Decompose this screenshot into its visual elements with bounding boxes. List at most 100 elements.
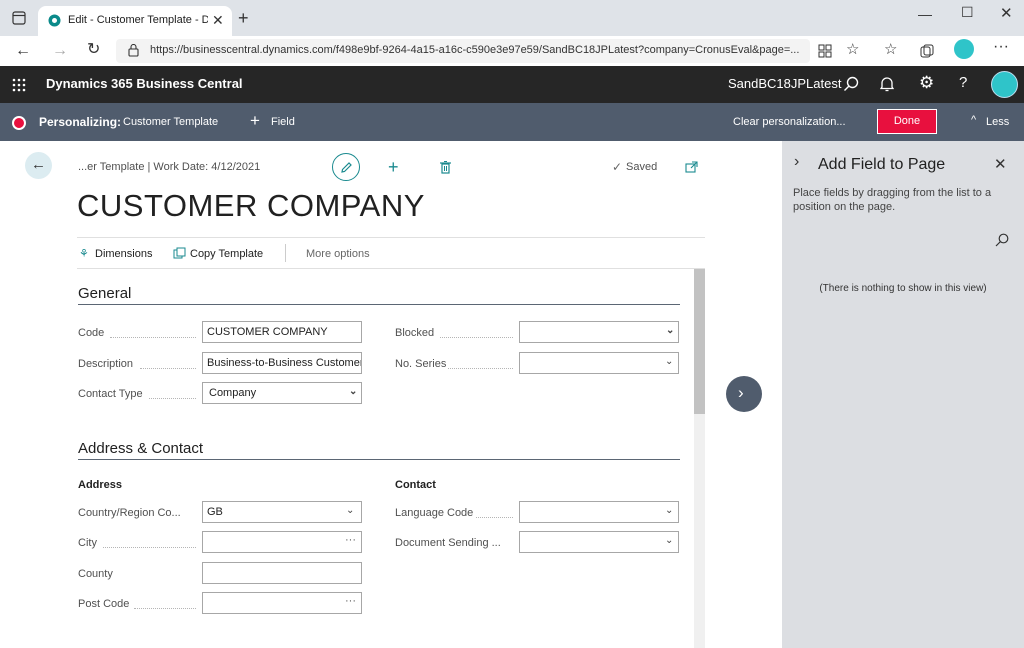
contact-type-select[interactable]: Company: [202, 382, 362, 404]
breadcrumb: ...er Template | Work Date: 4/12/2021: [78, 161, 261, 173]
page-title: CUSTOMER COMPANY: [77, 188, 425, 223]
apps-icon[interactable]: [818, 44, 832, 58]
new-plus-icon[interactable]: +: [388, 157, 399, 178]
panel-close-icon[interactable]: ✕: [994, 155, 1007, 173]
favorite-add-icon[interactable]: ☆: [846, 42, 859, 57]
chevron-right-icon: ›: [738, 383, 744, 402]
more-menu-icon[interactable]: ···: [993, 39, 1009, 55]
no-series-select[interactable]: [519, 352, 679, 374]
description-field[interactable]: Business-to-Business Customer: [202, 352, 362, 374]
blocked-select[interactable]: [519, 321, 679, 343]
county-field[interactable]: [202, 562, 362, 584]
browser-toolbar: ← → ↻ https://businesscentral.dynamics.c…: [0, 36, 1024, 67]
document-sending-field[interactable]: [519, 531, 679, 553]
contact-type-value: Company: [209, 387, 257, 399]
saved-status: Saved: [626, 161, 658, 173]
edit-button[interactable]: [332, 153, 360, 181]
blocked-label: Blocked: [395, 327, 435, 339]
city-field[interactable]: [202, 531, 362, 553]
collections-icon[interactable]: [920, 44, 934, 58]
next-record-button[interactable]: ›: [726, 376, 762, 412]
language-code-field[interactable]: [519, 501, 679, 523]
code-field[interactable]: CUSTOMER COMPANY: [202, 321, 362, 343]
add-field-button[interactable]: Field: [271, 116, 295, 128]
action-bar-bottom-border: [77, 268, 705, 269]
add-field-plus-icon[interactable]: +: [250, 111, 260, 131]
address-contact-section-underline: [78, 459, 680, 460]
panel-search-icon[interactable]: [995, 233, 1009, 247]
city-leader-dots: [103, 547, 196, 548]
browser-tab[interactable]: Edit - Customer Template - Dyna ✕: [38, 6, 232, 36]
document-sending-dropdown-icon: ⌄: [665, 535, 674, 546]
more-options-action[interactable]: More options: [306, 248, 370, 260]
waffle-icon[interactable]: [12, 78, 26, 92]
post-code-field[interactable]: [202, 592, 362, 614]
user-avatar[interactable]: [991, 71, 1018, 98]
url-text: https://businesscentral.dynamics.com/f49…: [150, 44, 800, 56]
description-leader-dots: [140, 368, 196, 369]
address-subtitle: Address: [78, 479, 123, 491]
tab-close-icon[interactable]: ✕: [212, 12, 224, 29]
maximize-icon[interactable]: ☐: [961, 4, 974, 21]
address-bar[interactable]: https://businesscentral.dynamics.com/f49…: [116, 39, 810, 63]
app-header: Dynamics 365 Business Central SandBC18JP…: [0, 66, 1024, 103]
popout-icon[interactable]: [685, 161, 698, 173]
post-code-lookup-icon[interactable]: ···: [345, 595, 356, 607]
language-code-leader-dots: [476, 517, 513, 518]
address-contact-section-title[interactable]: Address & Contact: [78, 440, 203, 457]
browser-forward-icon[interactable]: →: [52, 43, 68, 59]
no-series-dropdown-icon: ⌄: [665, 356, 674, 367]
post-code-label: Post Code: [78, 598, 130, 610]
search-icon[interactable]: [843, 76, 859, 92]
recording-indicator-icon: [12, 116, 26, 130]
minimize-icon[interactable]: —: [918, 6, 932, 22]
copy-template-icon: [173, 247, 186, 259]
clear-personalization-button[interactable]: Clear personalization...: [733, 116, 846, 128]
page-back-button[interactable]: ←: [25, 152, 52, 179]
action-divider: [285, 244, 286, 262]
blocked-leader-dots: [440, 337, 513, 338]
refresh-icon[interactable]: ↻: [87, 42, 100, 58]
environment-name[interactable]: SandBC18JPLatest: [728, 76, 841, 91]
city-lookup-icon[interactable]: ···: [345, 534, 356, 546]
code-label: Code: [78, 327, 105, 339]
back-arrow-icon: ←: [31, 156, 46, 173]
tab-actions-icon[interactable]: [12, 11, 26, 25]
copy-template-action[interactable]: Copy Template: [190, 248, 263, 260]
city-label: City: [78, 537, 97, 549]
browser-back-icon[interactable]: ←: [15, 43, 31, 59]
blocked-dropdown-icon: ⌄: [666, 325, 675, 336]
app-title: Dynamics 365 Business Central: [46, 76, 243, 91]
country-dropdown-icon: ⌄: [346, 505, 355, 516]
contact-type-label: Contact Type: [78, 388, 143, 400]
browser-profile-avatar[interactable]: [954, 39, 974, 59]
pencil-icon: [341, 162, 352, 173]
trash-icon[interactable]: [440, 161, 451, 174]
new-tab-icon[interactable]: +: [238, 8, 249, 29]
language-code-dropdown-icon: ⌄: [665, 505, 674, 516]
general-section-title[interactable]: General: [78, 285, 131, 302]
tab-title: Edit - Customer Template - Dyna: [68, 14, 208, 26]
panel-collapse-chevron-icon[interactable]: ›: [794, 153, 799, 171]
dimensions-action[interactable]: Dimensions: [95, 248, 152, 260]
window-close-icon[interactable]: ✕: [1000, 4, 1013, 22]
contact-type-leader-dots: [149, 398, 196, 399]
saved-check-icon: ✓: [612, 160, 623, 174]
less-chevron-icon[interactable]: ^: [971, 114, 976, 126]
done-button[interactable]: Done: [877, 109, 937, 134]
scrollbar-thumb[interactable]: [694, 269, 705, 414]
settings-gear-icon[interactable]: ⚙: [919, 73, 934, 93]
general-section-underline: [78, 304, 680, 305]
document-sending-label: Document Sending ...: [395, 537, 501, 549]
add-field-panel: › Add Field to Page ✕ Place fields by dr…: [782, 141, 1024, 648]
personalization-bar: Personalizing: Customer Template + Field…: [0, 103, 1024, 141]
bell-icon[interactable]: [880, 76, 894, 92]
description-label: Description: [78, 358, 134, 370]
country-field[interactable]: GB: [202, 501, 362, 523]
personalizing-label: Personalizing:: [39, 115, 122, 129]
help-icon[interactable]: ?: [959, 74, 967, 91]
panel-empty-text: (There is nothing to show in this view): [819, 283, 987, 294]
favorites-icon[interactable]: ☆: [884, 42, 897, 57]
less-button[interactable]: Less: [986, 116, 1009, 128]
personalizing-page-name: Customer Template: [123, 116, 219, 128]
